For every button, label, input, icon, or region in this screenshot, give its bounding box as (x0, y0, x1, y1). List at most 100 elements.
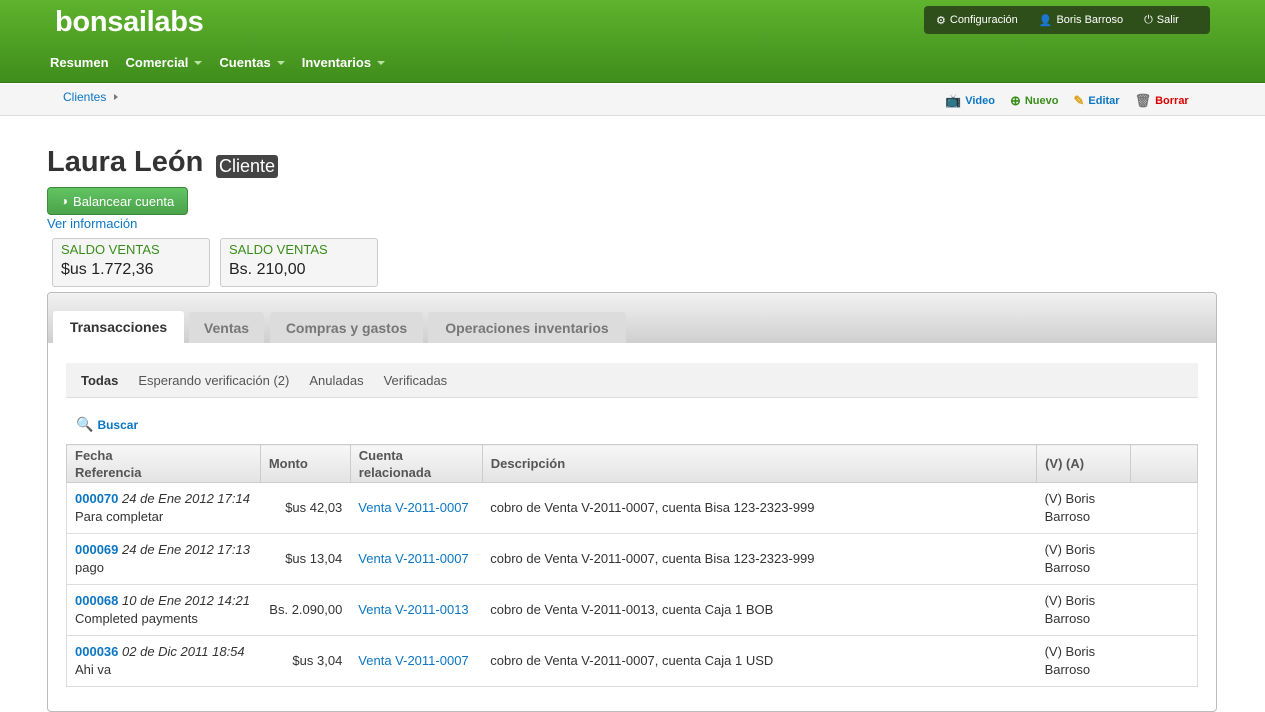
cell-monto: $us 13,04 (260, 533, 351, 585)
stat-value: $us 1.772,36 (61, 261, 154, 278)
header-descripcion: Descripción (490, 456, 566, 471)
ver-info-link[interactable]: Ver información (47, 216, 137, 231)
caret-down-icon (377, 60, 386, 65)
fecha-text: 24 de Ene 2012 17:13 (122, 542, 250, 557)
nav-inventarios[interactable]: Inventarios (302, 55, 386, 70)
cuenta-link[interactable]: Venta V-2011-0007 (358, 500, 468, 515)
cell-va: (V) Boris Barroso (1036, 482, 1131, 534)
borrar-label: Borrar (1155, 95, 1189, 107)
cell-va: (V) Boris Barroso (1036, 584, 1131, 636)
nav-label: Resumen (50, 55, 109, 70)
chevron-right-icon (114, 94, 119, 100)
va-line1: (V) Boris (1044, 644, 1096, 659)
search-link[interactable]: 🔍 Buscar (76, 416, 138, 433)
cuenta-link[interactable]: Venta V-2011-0013 (358, 602, 468, 617)
fecha-text: 10 de Ene 2012 14:21 (122, 593, 250, 608)
user-link[interactable]: 👤 Boris Barroso (1039, 14, 1123, 27)
top-navbar: bonsailabs Resumen Comercial Cuentas Inv… (0, 0, 1265, 83)
client-badge: Cliente (216, 155, 279, 178)
power-icon: ⏻ (1144, 13, 1153, 26)
cell-descripcion: cobro de Venta V-2011-0007, cuenta Bisa … (482, 533, 1037, 585)
cell-descripcion: cobro de Venta V-2011-0013, cuenta Caja … (482, 584, 1037, 636)
va-line2: Barroso (1044, 560, 1091, 575)
tab-label: Operaciones inventarios (445, 319, 609, 336)
logout-link[interactable]: ⏻ Salir (1144, 14, 1179, 27)
stat-box: SALDO VENTAS Bs. 210,00 (220, 238, 378, 287)
magnifier-icon: 🔍 (76, 416, 94, 432)
cell-monto: Bs. 2.090,00 (260, 584, 351, 636)
brand-logo[interactable]: bonsailabs (55, 6, 204, 39)
cell-actions (1130, 482, 1198, 534)
cell-cuenta: Venta V-2011-0013 (350, 584, 483, 636)
nav-cuentas[interactable]: Cuentas (219, 55, 285, 70)
nav-resumen[interactable]: Resumen (50, 55, 109, 70)
tv-icon: 📺 (945, 93, 962, 108)
plus-circle-icon: ⊕ (1009, 93, 1021, 108)
cell-fecha: 000070 24 de Ene 2012 17:14 Para completa… (66, 482, 261, 534)
filter-verificadas[interactable]: Verificadas (384, 373, 448, 388)
video-label: Video (965, 95, 995, 107)
nuevo-label: Nuevo (1024, 95, 1059, 107)
balance-button[interactable]: ◑ Balancear cuenta (47, 187, 188, 215)
ref-link[interactable]: 000069 (75, 542, 118, 557)
va-line2: Barroso (1044, 509, 1091, 524)
va-line1: (V) Boris (1044, 542, 1096, 557)
sub-toolbar: Clientes 📺 Video ⊕ Nuevo ✎ Editar 🗑 Borrar (0, 84, 1265, 116)
caret-down-icon (194, 60, 203, 65)
nav-label: Cuentas (219, 55, 271, 70)
cuenta-link[interactable]: Venta V-2011-0007 (358, 551, 468, 566)
col-va: (V) (A) (1036, 444, 1132, 483)
cell-monto: $us 42,03 (260, 482, 351, 534)
va-line1: (V) Boris (1044, 593, 1096, 608)
header-fecha: Fecha (75, 447, 113, 463)
fecha-text: 02 de Dic 2011 18:54 (122, 644, 245, 659)
col-descripcion: Descripción (481, 444, 1038, 483)
cell-descripcion: cobro de Venta V-2011-0007, cuenta Caja … (482, 635, 1037, 687)
cell-cuenta: Venta V-2011-0007 (350, 635, 483, 687)
tab-compras-gastos[interactable]: Compras y gastos (270, 312, 423, 343)
header-monto: Monto (268, 456, 308, 471)
filter-todas[interactable]: Todas (81, 373, 118, 388)
stat-box: SALDO VENTAS $us 1.772,36 (52, 238, 210, 287)
tab-transacciones[interactable]: Transacciones (53, 311, 184, 343)
ref-link[interactable]: 000068 (75, 593, 118, 608)
fecha-text: 24 de Ene 2012 17:14 (122, 491, 250, 506)
config-link[interactable]: ⚙ Configuración (936, 14, 1018, 27)
header-referencia: Referencia (75, 464, 142, 480)
pencil-icon: ✎ (1073, 93, 1085, 108)
tab-ventas[interactable]: Ventas (189, 312, 264, 343)
table-row: 000068 10 de Ene 2012 14:21 Completed pay… (66, 584, 1198, 636)
search-label: Buscar (97, 417, 139, 432)
filter-esperando[interactable]: Esperando verificación (2) (138, 373, 289, 388)
balance-label: Balancear cuenta (73, 193, 175, 209)
tab-label: Transacciones (69, 319, 168, 335)
main-nav: Resumen Comercial Cuentas Inventarios (50, 55, 402, 70)
config-label: Configuración (949, 14, 1018, 26)
tab-operaciones-inventarios[interactable]: Operaciones inventarios (428, 312, 626, 343)
cell-va: (V) Boris Barroso (1036, 533, 1131, 585)
ref-link[interactable]: 000070 (75, 491, 118, 506)
editar-button[interactable]: ✎ Editar (1073, 93, 1119, 109)
stat-label: SALDO VENTAS (229, 242, 328, 257)
va-line2: Barroso (1044, 662, 1091, 677)
va-line2: Barroso (1044, 611, 1091, 626)
video-button[interactable]: 📺 Video (945, 93, 995, 109)
filter-anuladas[interactable]: Anuladas (309, 373, 363, 388)
cuenta-link[interactable]: Venta V-2011-0007 (358, 653, 468, 668)
nota-text: pago (75, 560, 104, 575)
nuevo-button[interactable]: ⊕ Nuevo (1010, 93, 1059, 109)
cell-descripcion: cobro de Venta V-2011-0007, cuenta Bisa … (482, 482, 1037, 534)
breadcrumb-clientes[interactable]: Clientes (63, 90, 106, 104)
header-va: (V) (A) (1045, 456, 1085, 471)
breadcrumb: Clientes (63, 90, 119, 104)
borrar-button[interactable]: 🗑 Borrar (1135, 93, 1189, 109)
table-header-row: Fecha Referencia Monto Cuenta relacionada … (66, 444, 1198, 483)
header-relacionada: relacionada (358, 464, 432, 480)
ref-link[interactable]: 000036 (75, 644, 118, 659)
table-row: 000070 24 de Ene 2012 17:14 Para completa… (66, 482, 1198, 534)
col-actions (1130, 444, 1198, 483)
cell-actions (1130, 635, 1198, 687)
cell-fecha: 000069 24 de Ene 2012 17:13 pago (66, 533, 261, 585)
nav-label: Comercial (125, 55, 189, 70)
nav-comercial[interactable]: Comercial (126, 55, 203, 70)
